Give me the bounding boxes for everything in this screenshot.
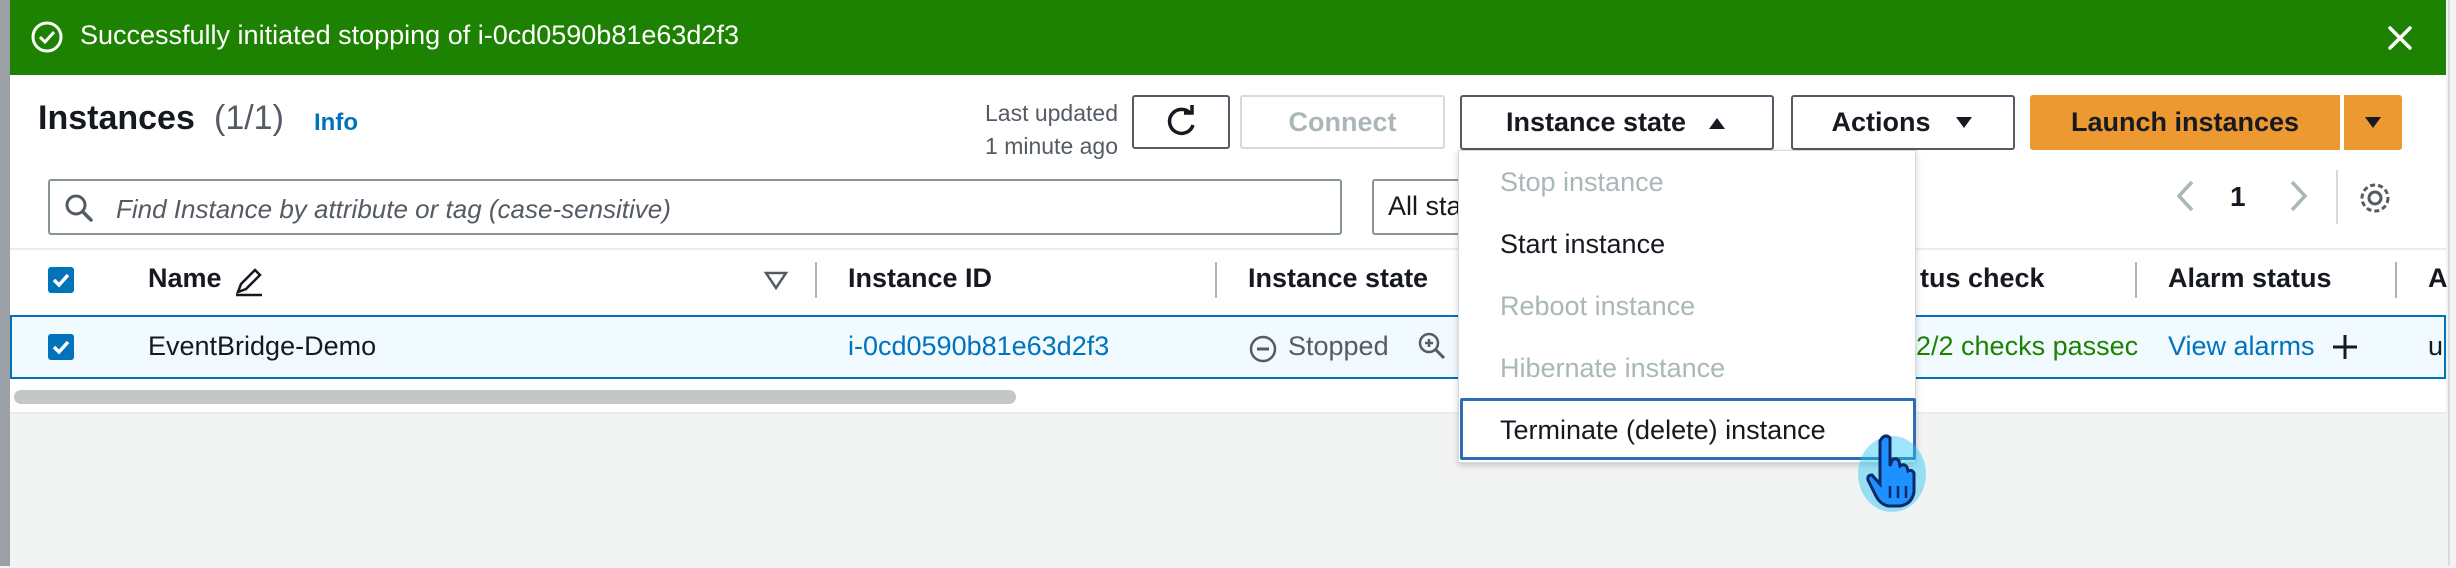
- last-updated-label: Last updated: [984, 100, 1118, 126]
- state-filter-select[interactable]: All sta: [1372, 179, 1472, 235]
- info-link[interactable]: Info: [314, 109, 358, 137]
- page-title: Instances: [38, 99, 195, 137]
- instance-count: (1/1): [214, 99, 284, 137]
- actions-button[interactable]: Actions: [1791, 95, 2015, 150]
- status-check-value: 2/2 checks passec: [1916, 331, 2139, 361]
- search-input[interactable]: [114, 190, 1318, 228]
- column-header-instance-state[interactable]: Instance state: [1248, 263, 1428, 294]
- checkmark-icon: [52, 340, 70, 355]
- column-header-alarm-status[interactable]: Alarm status: [2168, 263, 2332, 294]
- window-edge: [0, 0, 10, 566]
- hand-pointer-cursor-icon: [1858, 434, 1926, 512]
- menu-item-hibernate-instance[interactable]: Hibernate instance: [1500, 353, 1725, 384]
- success-flash-banner: Successfully initiated stopping of i-0cd…: [10, 0, 2446, 75]
- edit-icon: [235, 268, 262, 297]
- flash-message: Successfully initiated stopping of i-0cd…: [80, 20, 739, 50]
- menu-item-terminate-instance[interactable]: Terminate (delete) instance: [1500, 415, 1826, 446]
- select-all-checkbox[interactable]: [48, 267, 74, 293]
- column-divider[interactable]: [2395, 262, 2397, 298]
- menu-item-start-instance[interactable]: Start instance: [1500, 229, 1665, 260]
- last-updated-text: Last updated 1 minute ago: [960, 97, 1118, 163]
- instance-name: EventBridge-Demo: [148, 331, 377, 361]
- panel-empty-area: [10, 412, 2446, 568]
- gear-icon[interactable]: [2357, 180, 2393, 216]
- column-header-availability-zone[interactable]: A: [2428, 263, 2448, 294]
- actions-label: Actions: [1831, 107, 1931, 137]
- horizontal-scrollbar[interactable]: [14, 390, 1016, 404]
- filter-funnel-icon[interactable]: [763, 268, 789, 294]
- table-header: [10, 248, 2446, 318]
- launch-instances-button[interactable]: Launch instances: [2030, 95, 2340, 150]
- search-icon: [65, 194, 93, 222]
- caret-down-icon: [2365, 116, 2381, 128]
- chevron-left-icon[interactable]: [2170, 176, 2200, 216]
- success-check-icon: [31, 21, 63, 53]
- current-page[interactable]: 1: [2230, 181, 2246, 213]
- stopped-status-icon: [1249, 335, 1277, 363]
- instance-state-label: Instance state: [1505, 107, 1687, 137]
- column-divider[interactable]: [815, 262, 817, 298]
- column-header-name[interactable]: Name: [148, 263, 222, 294]
- view-alarms-link[interactable]: View alarms: [2168, 331, 2315, 362]
- caret-down-icon: [1955, 116, 1972, 128]
- menu-item-stop-instance[interactable]: Stop instance: [1500, 167, 1664, 198]
- refresh-button[interactable]: [1132, 95, 1230, 149]
- menu-item-reboot-instance[interactable]: Reboot instance: [1500, 291, 1695, 322]
- instance-state-value: Stopped: [1288, 331, 1389, 361]
- pager-divider: [2336, 170, 2338, 224]
- column-divider[interactable]: [2135, 262, 2137, 298]
- launch-dropdown-button[interactable]: [2344, 95, 2402, 150]
- chevron-right-icon[interactable]: [2284, 176, 2314, 216]
- close-icon[interactable]: [2380, 18, 2420, 58]
- connect-button[interactable]: Connect: [1240, 95, 1445, 149]
- checkmark-icon: [52, 273, 70, 288]
- column-header-status-check[interactable]: tus check: [1920, 263, 2045, 294]
- last-updated-time: 1 minute ago: [985, 133, 1118, 159]
- availability-zone-value: u: [2428, 331, 2444, 361]
- instance-id-link[interactable]: i-0cd0590b81e63d2f3: [848, 331, 1109, 362]
- column-divider[interactable]: [1215, 262, 1217, 298]
- row-checkbox[interactable]: [48, 334, 74, 360]
- instance-state-button[interactable]: Instance state: [1460, 95, 1774, 150]
- plus-icon[interactable]: [2330, 332, 2360, 362]
- zoom-in-icon[interactable]: [1416, 330, 1448, 362]
- refresh-icon: [1167, 105, 1195, 136]
- instance-search[interactable]: [48, 179, 1342, 235]
- column-header-instance-id[interactable]: Instance ID: [848, 263, 992, 294]
- caret-up-icon: [1709, 117, 1726, 129]
